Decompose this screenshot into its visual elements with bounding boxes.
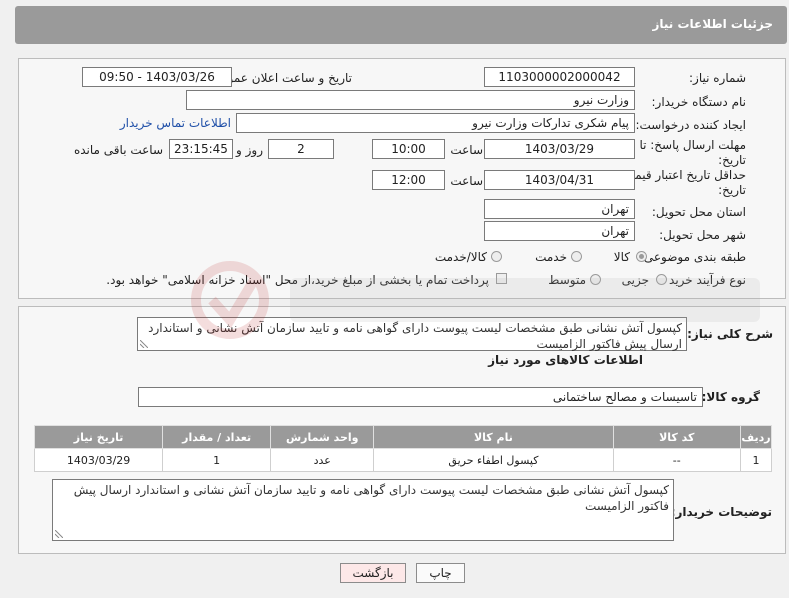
treasury-payment-checkbox[interactable] (496, 273, 507, 284)
buyer-org-field: وزارت نیرو (186, 90, 635, 110)
buyer-notes-text: کپسول آتش نشانی طبق مشخصات لیست پیوست دا… (52, 479, 674, 541)
items-table-header: ردیف کد کالا نام کالا واحد شمارش تعداد /… (33, 425, 772, 449)
category-radio-goods[interactable] (636, 251, 647, 262)
buyer-notes-label: توضیحات خریدار: (670, 505, 772, 519)
delivery-province-field: تهران (484, 199, 635, 219)
items-section-title: اطلاعات کالاهای مورد نیاز (488, 353, 643, 367)
category-radio-goods-service[interactable] (491, 251, 502, 262)
col-need-date: تاریخ نیاز (33, 425, 164, 449)
process-option-medium: متوسط (548, 273, 586, 287)
need-number-label: شماره نیاز: (689, 71, 746, 85)
announce-datetime-field: 1403/03/26 - 09:50 (82, 67, 232, 87)
purchase-process-label: نوع فرآیند خرید : (661, 273, 746, 287)
reply-days-label: روز و (236, 143, 263, 157)
cell-need-date: 1403/03/29 (33, 448, 164, 472)
process-option-minor: جزیی (621, 273, 649, 287)
remaining-time-label: ساعت باقی مانده (73, 143, 163, 157)
page-header: جزئیات اطلاعات نیاز (15, 6, 787, 44)
col-unit: واحد شمارش (270, 425, 375, 449)
price-validity-time-label: ساعت (450, 174, 483, 188)
goods-group-label: گروه کالا: (701, 390, 760, 404)
category-label: طبقه بندی موضوعی: (639, 250, 746, 264)
cell-row-number: 1 (740, 448, 772, 472)
cell-item-name: کپسول اطفاء حریق (373, 448, 614, 472)
category-option-service: خدمت (535, 250, 567, 264)
price-validity-time: 12:00 (372, 170, 445, 190)
buyer-notes-value: کپسول آتش نشانی طبق مشخصات لیست پیوست دا… (73, 483, 669, 513)
need-number-field: 1103000002000042 (484, 67, 635, 87)
buyer-org-label: نام دستگاه خریدار: (651, 95, 747, 109)
price-validity-label-date: تاریخ: (718, 183, 746, 197)
goods-group-field: تاسیسات و مصالح ساختمانی (138, 387, 703, 407)
treasury-payment-note: پرداخت تمام یا بخشی از مبلغ خرید،از محل … (106, 273, 489, 287)
table-row: 1 -- کپسول اطفاء حریق عدد 1 1403/03/29 (33, 448, 772, 472)
reply-deadline-time-label: ساعت (450, 143, 483, 157)
category-radio-service[interactable] (571, 251, 582, 262)
price-validity-date: 1403/04/31 (484, 170, 635, 190)
reply-days-field: 2 (268, 139, 334, 159)
col-quantity: تعداد / مقدار (162, 425, 272, 449)
delivery-city-label: شهر محل تحویل: (659, 228, 746, 242)
back-button[interactable]: بازگشت (340, 563, 406, 583)
requester-label: ایجاد کننده درخواست: (635, 118, 746, 132)
items-table: ردیف کد کالا نام کالا واحد شمارش تعداد /… (33, 425, 772, 472)
reply-deadline-label-date: تاریخ: (718, 153, 746, 167)
cell-item-code: -- (612, 448, 742, 472)
delivery-city-field: تهران (484, 221, 635, 241)
reply-deadline-date: 1403/03/29 (484, 139, 635, 159)
col-row-number: ردیف (740, 425, 772, 449)
requester-field: پیام شکری تدارکات وزارت نیرو (236, 113, 635, 133)
category-option-goods: کالا (613, 250, 630, 264)
col-item-name: نام کالا (373, 425, 614, 449)
reply-deadline-label: مهلت ارسال پاسخ: تا (639, 138, 746, 152)
general-description-text: کپسول آتش نشانی طبق مشخصات لیست پیوست دا… (137, 317, 687, 351)
cell-quantity: 1 (162, 448, 272, 472)
general-description-label: شرح کلی نیاز: (687, 327, 773, 341)
resize-handle-icon[interactable] (55, 530, 63, 538)
process-radio-medium[interactable] (590, 274, 601, 285)
col-item-code: کد کالا (612, 425, 742, 449)
resize-handle-icon[interactable] (140, 340, 148, 348)
delivery-province-label: استان محل تحویل: (651, 205, 746, 219)
category-option-goods-service: کالا/خدمت (434, 250, 487, 264)
cell-unit: عدد (270, 448, 375, 472)
remaining-time-field: 23:15:45 (169, 139, 233, 159)
print-button[interactable]: چاپ (416, 563, 465, 583)
process-radio-minor[interactable] (656, 274, 667, 285)
general-description-value: کپسول آتش نشانی طبق مشخصات لیست پیوست دا… (148, 321, 682, 351)
reply-deadline-time: 10:00 (372, 139, 445, 159)
buyer-contact-link[interactable]: اطلاعات تماس خریدار (120, 116, 231, 130)
page-title: جزئیات اطلاعات نیاز (652, 17, 773, 31)
